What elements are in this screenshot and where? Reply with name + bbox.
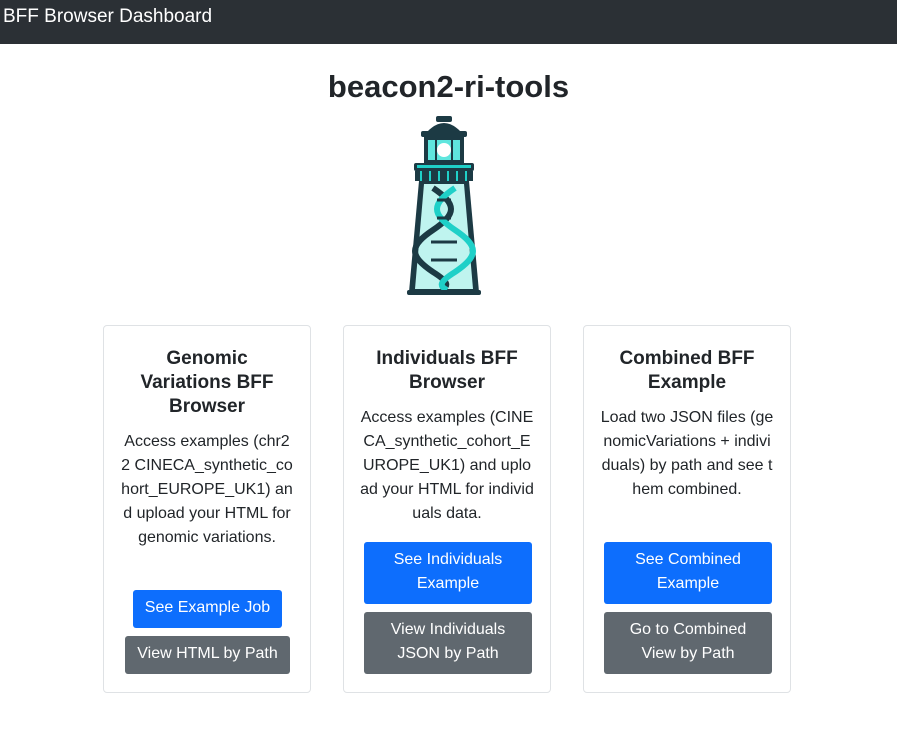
- go-to-combined-view-button[interactable]: Go to Combined View by Path: [604, 612, 772, 674]
- card-text: Load two JSON files (genomicVariations +…: [600, 409, 774, 498]
- see-individuals-example-button[interactable]: See Individuals Example: [364, 542, 532, 604]
- card-title: Combined BFF Example: [619, 348, 755, 393]
- view-html-by-path-button[interactable]: View HTML by Path: [125, 636, 290, 674]
- top-navbar: BFF Browser Dashboard: [0, 0, 897, 44]
- card-title: Genomic Variations BFF Browser: [140, 348, 274, 417]
- page-title: beacon2-ri-tools: [327, 69, 570, 104]
- view-individuals-json-button[interactable]: View Individuals JSON by Path: [364, 612, 532, 674]
- navbar-brand[interactable]: BFF Browser Dashboard: [3, 6, 212, 28]
- card-combined: Combined BFF Example Load two JSON files…: [583, 325, 791, 693]
- see-example-job-button[interactable]: See Example Job: [133, 590, 282, 628]
- card-individuals: Individuals BFF Browser Access examples …: [343, 325, 551, 693]
- card-genomic-variations: Genomic Variations BFF Browser Access ex…: [103, 325, 311, 693]
- lighthouse-dna-icon: [407, 116, 481, 295]
- card-title: Individuals BFF Browser: [376, 348, 518, 393]
- card-text: Access examples (CINECA_synthetic_cohort…: [360, 409, 534, 522]
- see-combined-example-button[interactable]: See Combined Example: [604, 542, 772, 604]
- card-text: Access examples (chr22 CINECA_synthetic_…: [121, 433, 293, 546]
